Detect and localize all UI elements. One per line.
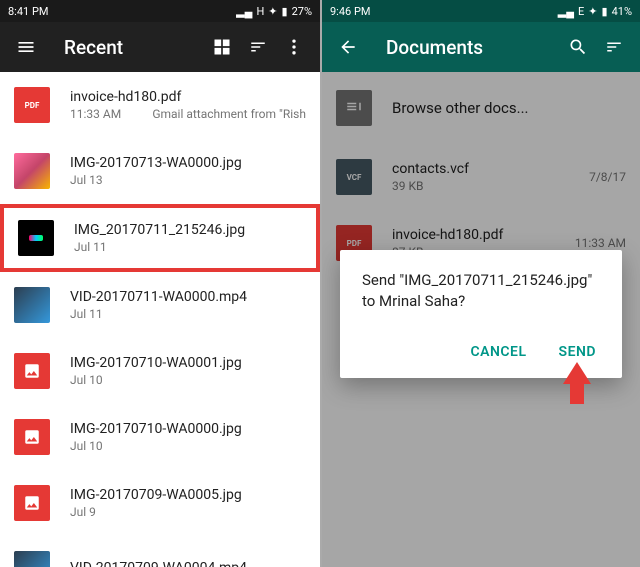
file-name: VID-20170711-WA0000.mp4 <box>70 289 306 305</box>
file-time: Jul 10 <box>70 439 103 453</box>
battery-pct: 41% <box>612 5 632 18</box>
file-time: Jul 11 <box>74 240 107 254</box>
signal-icon: ▂▄ <box>236 5 252 18</box>
file-sub: Jul 11 <box>70 307 306 321</box>
network-type: E <box>578 5 584 18</box>
file-time: Jul 11 <box>70 307 103 321</box>
file-sub: Jul 10 <box>70 439 306 453</box>
status-right: ▂▄ E ✦ ▮ 41% <box>558 5 632 18</box>
file-info: IMG-20170710-WA0000.jpg Jul 10 <box>70 421 306 453</box>
network-type: H <box>256 5 264 18</box>
file-item[interactable]: IMG-20170710-WA0000.jpg Jul 10 <box>0 404 320 470</box>
file-info: invoice-hd180.pdf 11:33 AM Gmail attachmen… <box>70 89 306 121</box>
pdf-icon: PDF <box>14 87 50 123</box>
wifi-icon: ✦ <box>268 5 277 18</box>
thumbnail <box>14 153 50 189</box>
file-item[interactable]: VID-20170711-WA0000.mp4 Jul 11 <box>0 272 320 338</box>
image-icon <box>14 353 50 389</box>
sort-icon[interactable] <box>240 29 276 65</box>
content: Browse other docs... VCFcontacts.vcf39 K… <box>322 72 640 567</box>
file-sub: Jul 13 <box>70 173 306 187</box>
status-bar: 9:46 PM ▂▄ E ✦ ▮ 41% <box>322 0 640 22</box>
file-item[interactable]: VID-20170709-WA0004.mp4 <box>0 536 320 567</box>
overflow-icon[interactable] <box>276 29 312 65</box>
status-time: 8:41 PM <box>8 5 48 18</box>
file-item[interactable]: PDF invoice-hd180.pdf 11:33 AM Gmail attach… <box>0 72 320 138</box>
file-item[interactable]: IMG-20170709-WA0005.jpg Jul 9 <box>0 470 320 536</box>
menu-icon[interactable] <box>8 29 44 65</box>
status-bar: 8:41 PM ▂▄ H ✦ ▮ 27% <box>0 0 320 22</box>
file-name: IMG_20170711_215246.jpg <box>74 222 302 238</box>
file-name: IMG-20170709-WA0005.jpg <box>70 487 306 503</box>
send-dialog: Send "IMG_20170711_215246.jpg" to Mrinal… <box>340 250 622 378</box>
battery-icon: ▮ <box>282 5 288 18</box>
back-icon[interactable] <box>330 29 366 65</box>
file-name: VID-20170709-WA0004.mp4 <box>70 560 306 567</box>
file-sub: 11:33 AM Gmail attachment from "Rish <box>70 107 306 121</box>
file-info: VID-20170711-WA0000.mp4 Jul 11 <box>70 289 306 321</box>
file-info: VID-20170709-WA0004.mp4 <box>70 560 306 567</box>
file-info: IMG-20170709-WA0005.jpg Jul 9 <box>70 487 306 519</box>
file-name: invoice-hd180.pdf <box>70 89 306 105</box>
toolbar-title: Recent <box>64 36 204 59</box>
thumbnail <box>18 220 54 256</box>
thumbnail <box>14 551 50 567</box>
image-icon <box>14 485 50 521</box>
signal-icon: ▂▄ <box>558 5 574 18</box>
dialog-message: Send "IMG_20170711_215246.jpg" to Mrinal… <box>362 270 600 312</box>
status-right: ▂▄ H ✦ ▮ 27% <box>236 5 312 18</box>
wifi-icon: ✦ <box>588 5 597 18</box>
file-info: IMG_20170711_215246.jpg Jul 11 <box>74 222 302 254</box>
battery-pct: 27% <box>292 5 312 18</box>
file-time: Jul 9 <box>70 505 96 519</box>
sort-icon[interactable] <box>596 29 632 65</box>
image-icon <box>14 419 50 455</box>
grid-view-icon[interactable] <box>204 29 240 65</box>
file-name: IMG-20170710-WA0001.jpg <box>70 355 306 371</box>
file-sub: Jul 11 <box>74 240 302 254</box>
file-item[interactable]: IMG-20170710-WA0001.jpg Jul 10 <box>0 338 320 404</box>
file-sub: Jul 10 <box>70 373 306 387</box>
file-time: 11:33 AM <box>70 107 121 121</box>
cancel-button[interactable]: CANCEL <box>467 336 531 368</box>
thumbnail <box>14 287 50 323</box>
file-info: IMG-20170713-WA0000.jpg Jul 13 <box>70 155 306 187</box>
battery-icon: ▮ <box>602 5 608 18</box>
file-info: IMG-20170710-WA0001.jpg Jul 10 <box>70 355 306 387</box>
file-list: PDF invoice-hd180.pdf 11:33 AM Gmail attach… <box>0 72 320 567</box>
file-name: IMG-20170710-WA0000.jpg <box>70 421 306 437</box>
file-item[interactable]: IMG_20170711_215246.jpg Jul 11 <box>0 204 320 272</box>
file-item[interactable]: IMG-20170713-WA0000.jpg Jul 13 <box>0 138 320 204</box>
file-time: Jul 13 <box>70 173 103 187</box>
file-name: IMG-20170713-WA0000.jpg <box>70 155 306 171</box>
status-time: 9:46 PM <box>330 5 370 18</box>
toolbar: Documents <box>322 22 640 72</box>
phone-left: 8:41 PM ▂▄ H ✦ ▮ 27% Recent PDF invoice-h… <box>0 0 320 567</box>
search-icon[interactable] <box>560 29 596 65</box>
phone-right: 9:46 PM ▂▄ E ✦ ▮ 41% Documents Browse ot… <box>320 0 640 567</box>
file-sub: Jul 9 <box>70 505 306 519</box>
file-time: Jul 10 <box>70 373 103 387</box>
toolbar-title: Documents <box>386 36 560 59</box>
toolbar: Recent <box>0 22 320 72</box>
file-detail: Gmail attachment from "Rish <box>152 107 306 121</box>
